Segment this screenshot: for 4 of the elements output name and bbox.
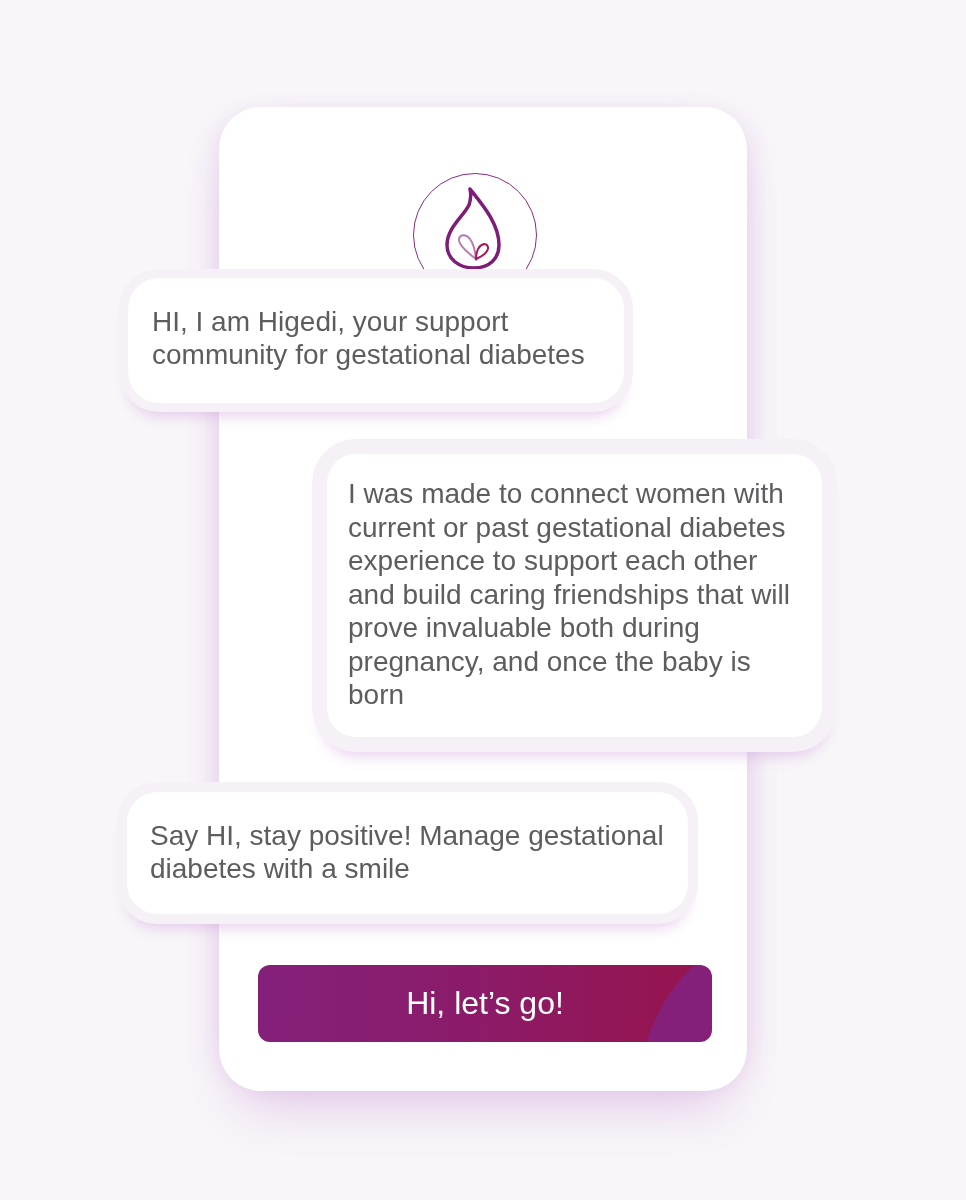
message-text: Say HI, stay positive! Manage gestational diabetes with a smile xyxy=(149,818,665,886)
start-button[interactable]: Hi, let’s go! xyxy=(258,964,712,1042)
message-text: I was made to connect women with current or past gestational diabetes experience to support each other and build caring friendships that will prove invaluable both during pregnancy, and once the baby is born xyxy=(347,477,792,712)
message-text: HI, I am Higedi, your support community for gestational diabetes xyxy=(151,305,586,372)
